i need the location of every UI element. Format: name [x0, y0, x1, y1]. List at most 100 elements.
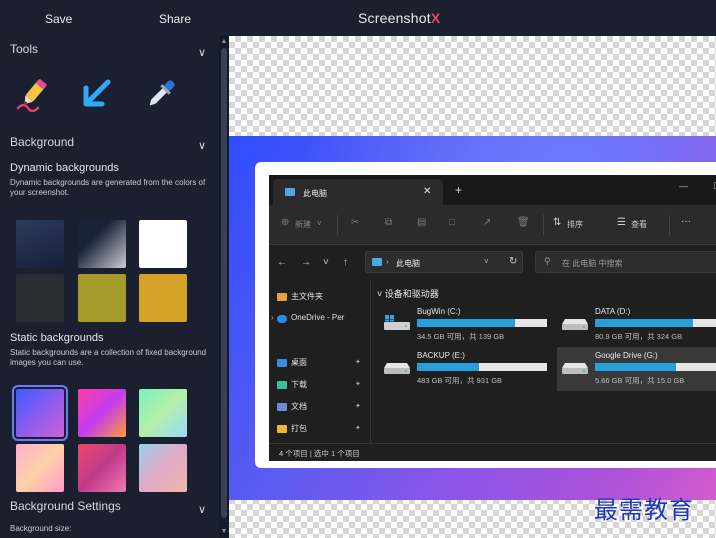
save-button[interactable]: Save [45, 12, 72, 26]
static-swatch-3[interactable] [139, 389, 187, 437]
home-icon [277, 293, 287, 301]
explorer-nav-pane: 主文件夹 › OneDrive - Per 桌面 ✦ 下载 ✦ 文档 ✦ 打包 … [269, 279, 371, 443]
color-picker-tool-icon[interactable] [142, 76, 180, 112]
explorer-tab: 此电脑 ✕ [273, 179, 443, 205]
settings-chevron-icon[interactable]: ∨ [198, 503, 206, 516]
static-swatch-5[interactable] [78, 444, 126, 492]
static-swatch-6[interactable] [139, 444, 187, 492]
pc-icon [285, 188, 295, 196]
toolbar-divider [337, 215, 338, 235]
pin-icon: ✦ [355, 381, 361, 388]
breadcrumb-chevron-icon: › [386, 257, 389, 266]
copy-icon: ⧉ [385, 217, 393, 228]
expand-chevron-icon: › [271, 313, 274, 322]
close-icon: ✕ [423, 186, 432, 197]
drive-capacity: 34.5 GB 可用，共 139 GB [417, 332, 505, 341]
pin-icon: ✦ [355, 403, 361, 410]
background-settings-title: Background Settings [10, 499, 121, 513]
new-label: 新建 [295, 220, 311, 229]
static-backgrounds-desc: Static backgrounds are a collection of f… [10, 348, 207, 367]
drive-usage-fill [417, 363, 480, 371]
search-placeholder: 在 此电脑 中搜索 [562, 259, 623, 268]
new-icon: ⊕ [281, 217, 290, 228]
paste-icon: ▤ [417, 217, 427, 228]
drive-usage-fill [595, 319, 693, 327]
drive-capacity: 80.9 GB 可用，共 324 GB [595, 332, 683, 341]
drive-name: DATA (D:) [595, 307, 631, 316]
toolbar-divider [669, 215, 670, 235]
address-bar: › 此电脑 ˅ [365, 251, 523, 273]
static-swatch-4[interactable] [16, 444, 64, 492]
explorer-address-row: ← → ˅ ↑ › 此电脑 ˅ ↻ ⚲ 在 此电脑 中搜索 [269, 245, 716, 279]
dynamic-swatch-4[interactable] [16, 274, 64, 322]
dynamic-swatch-2[interactable] [78, 220, 126, 268]
drive-capacity: 5.66 GB 可用，共 15.0 GB [595, 376, 685, 385]
file-explorer-screenshot: 此电脑 ✕ + — ☐ ⊕ 新建 ˅ ✂ ⧉ ▤ □ ↗ 🗑 ⇅ 排序 [269, 175, 716, 461]
devices-group-title: ˅ 设备和驱动器 [377, 289, 439, 299]
nav-packing: 打包 [291, 424, 307, 433]
share-icon: ↗ [483, 217, 492, 228]
nav-onedrive: OneDrive - Per [291, 313, 345, 322]
background-chevron-icon[interactable]: ∨ [198, 139, 206, 152]
drive-name: Google Drive (G:) [595, 351, 658, 360]
document-icon [277, 403, 287, 411]
drive-usage-fill [595, 363, 676, 371]
pin-icon: ✦ [355, 425, 361, 432]
drive-usage-bar [417, 319, 547, 327]
nav-home: 主文件夹 [291, 292, 323, 301]
scroll-down-icon[interactable]: ▼ [220, 528, 228, 536]
drive-usage-fill [417, 319, 515, 327]
share-button[interactable]: Share [159, 12, 191, 26]
explorer-content: ˅ 设备和驱动器 BugWin (C:) 34.5 GB 可用，共 139 GB [373, 279, 716, 443]
pen-tool-icon[interactable] [14, 76, 52, 113]
sort-icon: ⇅ [553, 217, 562, 228]
more-icon: ··· [681, 216, 691, 227]
rename-icon: □ [449, 217, 456, 228]
toolbar-divider [543, 215, 544, 235]
dynamic-swatch-5[interactable] [78, 274, 126, 322]
delete-icon: 🗑 [517, 217, 530, 228]
scroll-thumb[interactable] [221, 48, 227, 518]
cut-icon: ✂ [351, 217, 360, 228]
sidebar: Tools ∨ Background ∨ Dynamic backgrounds… [0, 36, 218, 538]
arrow-tool-icon[interactable] [78, 76, 116, 112]
dynamic-swatch-3[interactable] [139, 220, 187, 268]
drive-name: BugWin (C:) [417, 307, 461, 316]
top-bar: Save Share ScreenshotX [0, 0, 716, 36]
sidebar-scrollbar[interactable]: ▲ ▼ [219, 36, 229, 538]
drive-item: BACKUP (E:) 483 GB 可用，共 931 GB [379, 347, 549, 391]
background-size-label: Background size: [10, 524, 72, 533]
scroll-up-icon[interactable]: ▲ [220, 38, 228, 46]
static-swatch-2[interactable] [78, 389, 126, 437]
pin-icon: ✦ [355, 359, 361, 366]
preview-canvas: 此电脑 ✕ + — ☐ ⊕ 新建 ˅ ✂ ⧉ ▤ □ ↗ 🗑 ⇅ 排序 [229, 36, 716, 538]
forward-icon: → [301, 257, 311, 268]
view-icon: ☰ [617, 217, 626, 228]
recent-chevron-icon: ˅ [323, 257, 329, 268]
folder-icon [277, 425, 287, 433]
drive-name: BACKUP (E:) [417, 351, 465, 360]
address-text: 此电脑 [396, 259, 420, 268]
drive-item: BugWin (C:) 34.5 GB 可用，共 139 GB [379, 303, 549, 347]
background-section-title: Background [10, 135, 75, 149]
up-icon: ↑ [343, 257, 348, 268]
app-title: ScreenshotX [358, 10, 441, 26]
drive-usage-bar [595, 319, 716, 327]
refresh-icon: ↻ [509, 256, 518, 267]
sort-label: 排序 [567, 220, 583, 229]
tools-chevron-icon[interactable]: ∨ [198, 46, 206, 59]
view-label: 查看 [631, 220, 647, 229]
explorer-toolbar: ⊕ 新建 ˅ ✂ ⧉ ▤ □ ↗ 🗑 ⇅ 排序 ☰ 查看 ··· [269, 205, 716, 245]
static-swatch-1[interactable] [12, 385, 68, 441]
drive-item: DATA (D:) 80.9 GB 可用，共 324 GB [557, 303, 716, 347]
back-icon: ← [277, 257, 287, 268]
plus-icon: + [455, 183, 463, 197]
pc-icon [372, 258, 382, 266]
explorer-tab-title: 此电脑 [303, 189, 327, 198]
dynamic-backgrounds-title: Dynamic backgrounds [10, 162, 119, 174]
hard-drive-icon [562, 319, 588, 330]
static-backgrounds-title: Static backgrounds [10, 332, 104, 344]
dynamic-swatch-1[interactable] [16, 220, 64, 268]
dynamic-swatch-6[interactable] [139, 274, 187, 322]
nav-desktop: 桌面 [291, 358, 307, 367]
